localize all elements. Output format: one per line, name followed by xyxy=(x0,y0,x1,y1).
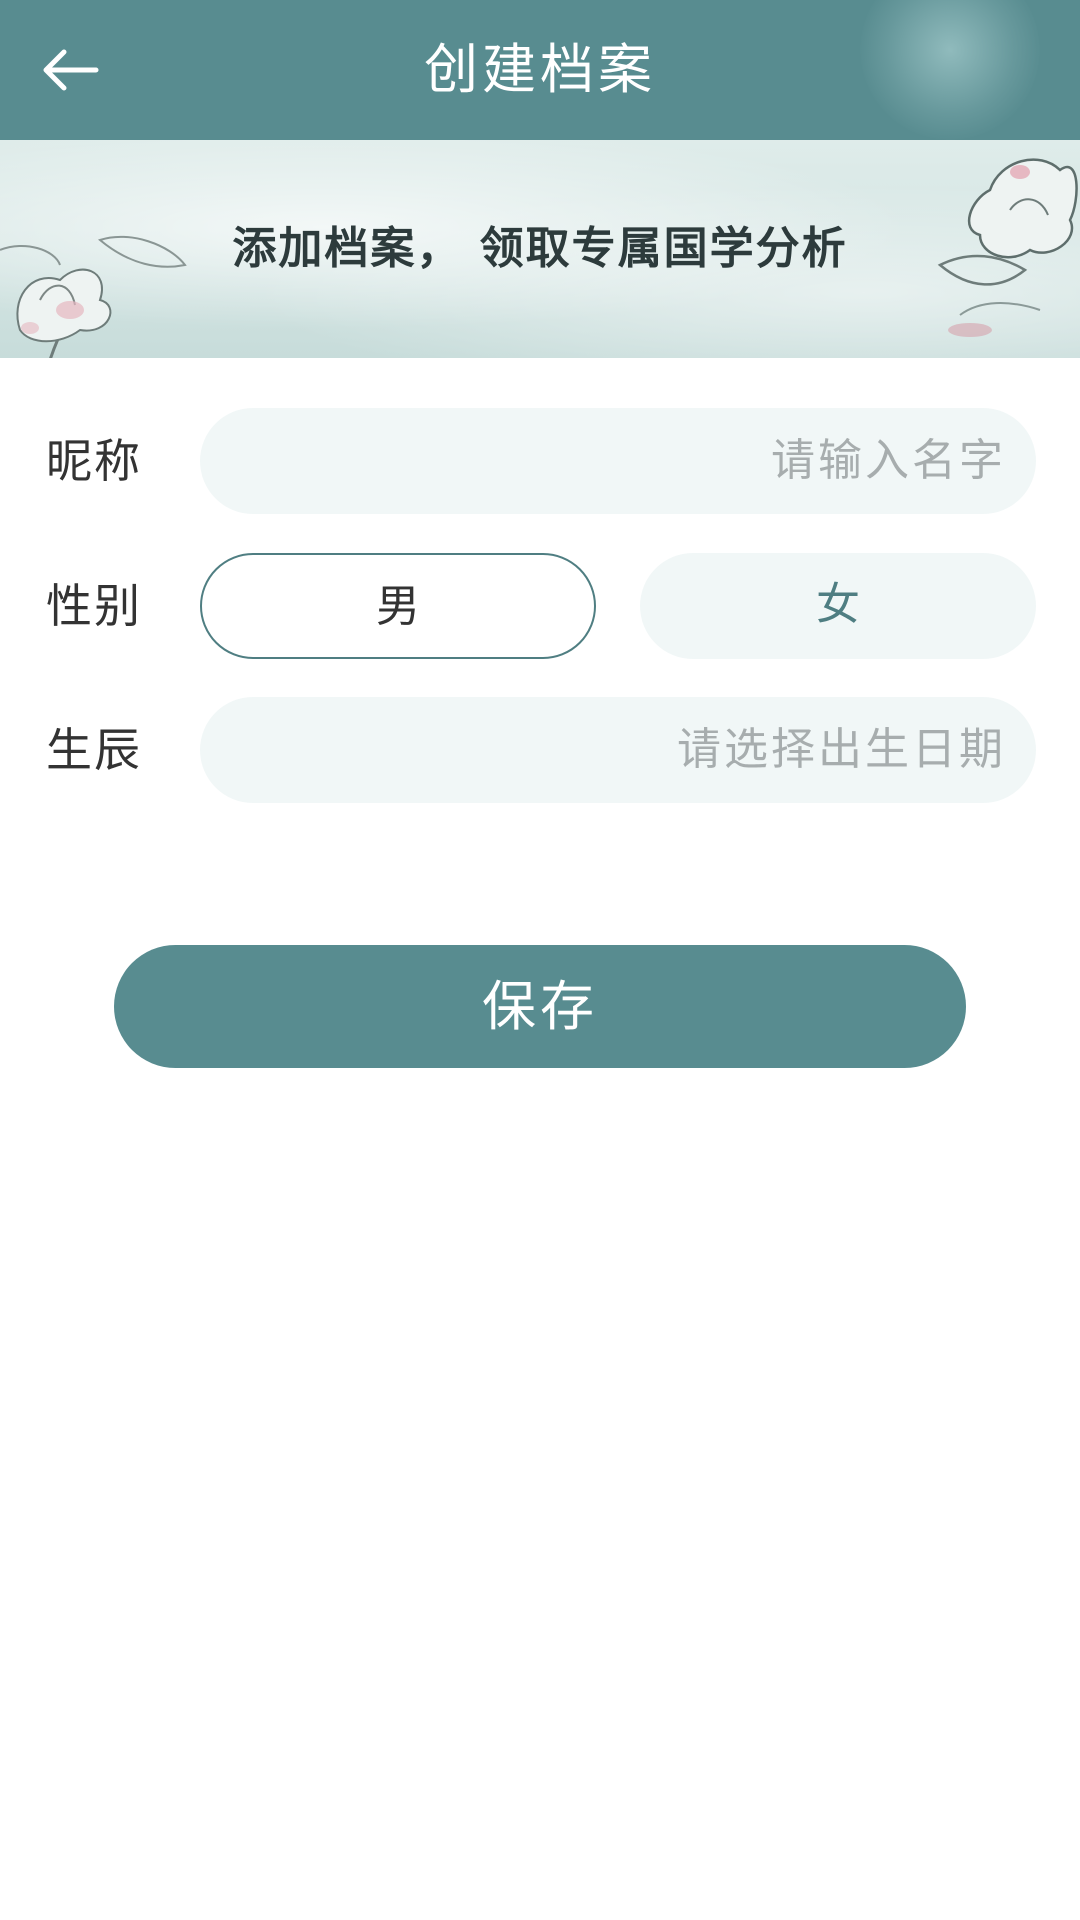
birth-date-picker[interactable]: 请选择出生日期 xyxy=(200,697,1036,803)
nickname-row: 昵称 请输入名字 xyxy=(0,408,1080,514)
gender-female-option[interactable]: 女 xyxy=(640,553,1036,659)
top-bar: 创建档案 xyxy=(0,0,1080,140)
save-button[interactable]: 保存 xyxy=(114,945,966,1068)
birth-row: 生辰 请选择出生日期 xyxy=(0,697,1080,803)
create-profile-screen: 创建档案 添加档案， 领取专属国学分析 昵称 请输入名字 性别 男 女 生辰 请… xyxy=(0,0,1080,1920)
nickname-label: 昵称 xyxy=(46,434,142,488)
banner-slogan: 添加档案， 领取专属国学分析 xyxy=(232,223,848,274)
page-title: 创建档案 xyxy=(424,38,656,101)
gender-row: 性别 男 女 xyxy=(0,553,1080,659)
gender-male-option[interactable]: 男 xyxy=(200,553,596,659)
birth-label: 生辰 xyxy=(46,723,142,777)
banner: 添加档案， 领取专属国学分析 xyxy=(0,140,1080,358)
nickname-input[interactable]: 请输入名字 xyxy=(200,408,1036,514)
gender-label: 性别 xyxy=(46,579,142,633)
